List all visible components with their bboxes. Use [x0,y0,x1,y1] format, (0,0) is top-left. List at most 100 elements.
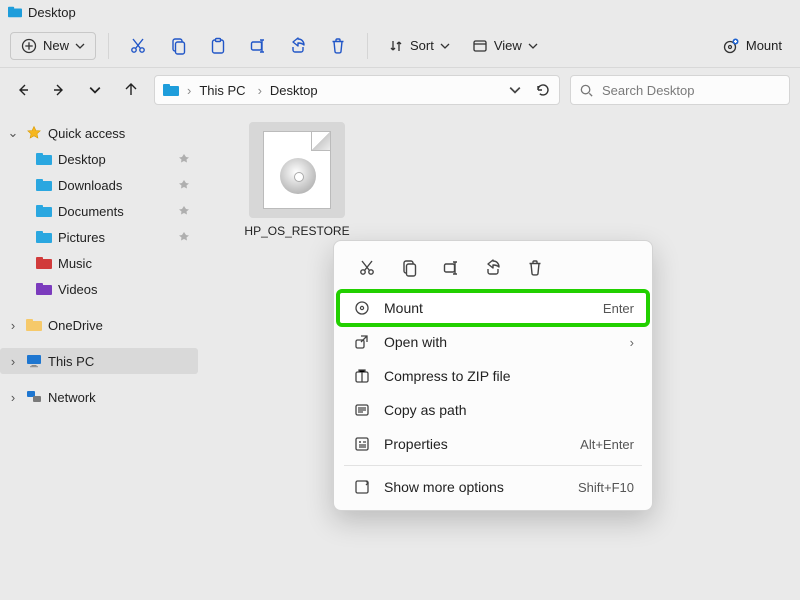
rename-button[interactable] [241,32,275,60]
sidebar-quick-access[interactable]: ⌄ Quick access [0,120,198,146]
rename-icon [442,259,460,277]
separator [108,33,109,59]
ctx-item-label: Compress to ZIP file [384,368,622,384]
search-input[interactable]: Search Desktop [570,75,790,105]
ctx-item-label: Mount [384,300,591,316]
sidebar-this-pc[interactable]: › This PC [0,348,198,374]
sidebar-item-label: Videos [58,282,190,297]
chevron-down-icon [440,41,450,51]
sort-button[interactable]: Sort [380,33,458,59]
star-icon [26,125,42,141]
props-icon [352,435,372,453]
ctx-item-open-with[interactable]: Open with › [338,325,648,359]
sidebar-item-documents[interactable]: Documents [0,198,198,224]
copy-icon [400,259,418,277]
share-button[interactable] [281,32,315,60]
folder-icon [36,153,52,165]
trash-icon [526,259,544,277]
ctx-item-label: Open with [384,334,618,350]
ctx-item-label: Copy as path [384,402,622,418]
sidebar-item-videos[interactable]: Videos [0,276,198,302]
openwith-icon [352,333,372,351]
folder-icon [26,319,42,331]
ctx-rename-button[interactable] [436,253,466,283]
refresh-icon[interactable] [535,82,551,98]
navigation-pane: ⌄ Quick access Desktop Downloads Documents… [0,112,198,600]
forward-button[interactable] [46,77,72,103]
separator [367,33,368,59]
scissors-icon [129,37,147,55]
view-label: View [494,38,522,53]
pin-icon [178,153,190,165]
ctx-item-properties[interactable]: PropertiesAlt+Enter [338,427,648,461]
copy-button[interactable] [161,32,195,60]
folder-icon [36,179,52,191]
new-button-label: New [43,38,69,53]
breadcrumb-segment[interactable]: Desktop [270,83,318,98]
ctx-item-mount[interactable]: MountEnter [338,291,648,325]
copypath-icon [352,401,372,419]
back-button[interactable] [10,77,36,103]
trash-icon [329,37,347,55]
breadcrumb-segment[interactable]: This PC› [199,83,262,98]
network-icon [26,390,42,404]
rename-icon [249,37,267,55]
recent-button[interactable] [82,77,108,103]
paste-button[interactable] [201,32,235,60]
folder-icon [36,257,52,269]
zip-icon [352,367,372,385]
arrow-left-icon [15,82,31,98]
view-button[interactable]: View [464,33,546,59]
plus-circle-icon [21,38,37,54]
chevron-right-icon: › [630,335,634,350]
ctx-share-button[interactable] [478,253,508,283]
sidebar-item-pictures[interactable]: Pictures [0,224,198,250]
ctx-delete-button[interactable] [520,253,550,283]
sidebar-item-label: Pictures [58,230,172,245]
sidebar-onedrive[interactable]: › OneDrive [0,312,198,338]
pin-icon [178,205,190,217]
chevron-down-icon[interactable] [509,84,521,96]
ctx-item-copy-as-path[interactable]: Copy as path [338,393,648,427]
folder-icon [163,84,179,96]
delete-button[interactable] [321,32,355,60]
search-icon [579,83,594,98]
title-bar: Desktop [0,0,800,24]
ctx-cut-button[interactable] [352,253,382,283]
sort-label: Sort [410,38,434,53]
ctx-item-compress-to-zip-file[interactable]: Compress to ZIP file [338,359,648,393]
sidebar-item-label: Documents [58,204,172,219]
folder-icon [36,231,52,243]
up-button[interactable] [118,77,144,103]
ctx-item-accel: Shift+F10 [578,480,634,495]
arrow-up-icon [123,82,139,98]
paste-icon [209,37,227,55]
file-item[interactable]: HP_OS_RESTORE [242,122,352,238]
file-thumbnail [249,122,345,218]
ctx-item-label: Show more options [384,479,566,495]
chevron-down-icon [75,41,85,51]
cut-button[interactable] [121,32,155,60]
address-bar[interactable]: › This PC› Desktop [154,75,560,105]
disc-mount-icon [722,37,740,55]
ctx-copy-button[interactable] [394,253,424,283]
sidebar-item-label: Desktop [58,152,172,167]
sidebar-item-desktop[interactable]: Desktop [0,146,198,172]
toolbar: New Sort View Mount [0,24,800,68]
sidebar-item-music[interactable]: Music [0,250,198,276]
sidebar-item-downloads[interactable]: Downloads [0,172,198,198]
monitor-icon [26,354,42,368]
pin-icon [178,179,190,191]
share-icon [289,37,307,55]
mount-label: Mount [746,38,782,53]
file-name: HP_OS_RESTORE [242,224,352,238]
sidebar-item-label: Downloads [58,178,172,193]
sidebar-network[interactable]: › Network [0,384,198,410]
new-button[interactable]: New [10,32,96,60]
ctx-item-show-more-options[interactable]: Show more options Shift+F10 [338,470,648,504]
folder-icon [36,205,52,217]
sidebar-item-label: Music [58,256,190,271]
mount-button[interactable]: Mount [714,32,790,60]
context-menu: MountEnter Open with › Compress to ZIP file… [333,240,653,511]
pin-icon [178,231,190,243]
